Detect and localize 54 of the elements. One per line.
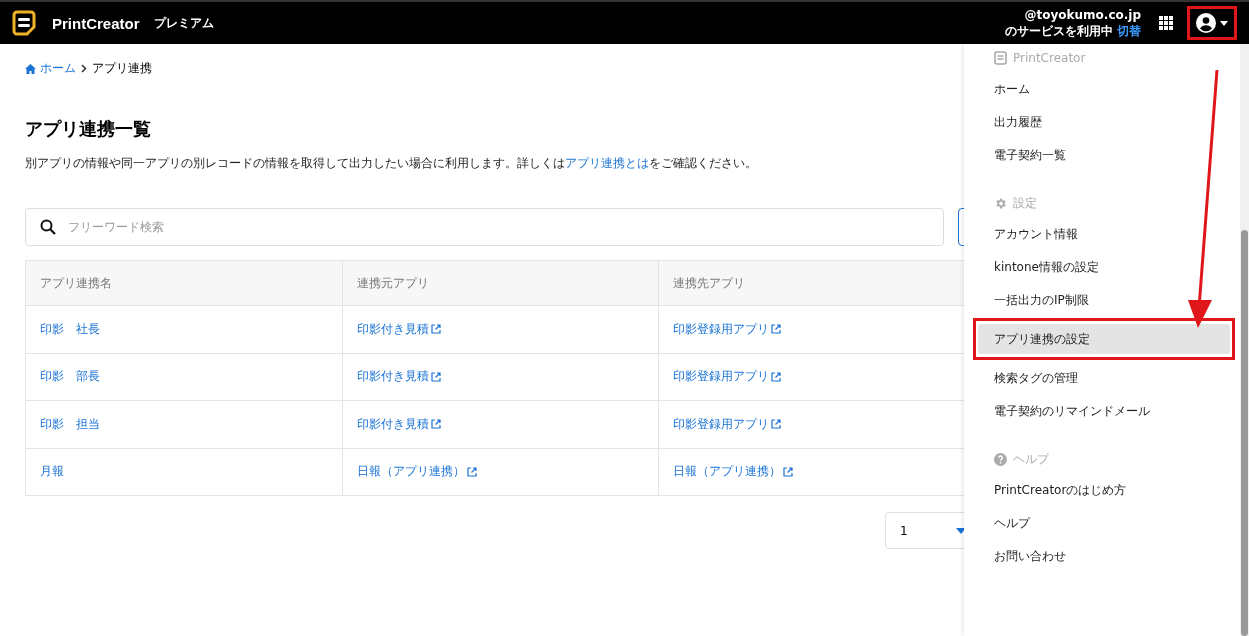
table-cell-link[interactable]: 印影 担当 <box>26 401 342 448</box>
external-link-icon <box>431 324 441 335</box>
external-link-icon <box>431 371 441 382</box>
external-link-icon <box>783 466 793 477</box>
external-link-icon <box>431 419 441 430</box>
account-menu-button[interactable] <box>1196 13 1228 33</box>
home-breadcrumb-link[interactable]: ホーム <box>25 60 76 77</box>
table-cell-link[interactable]: 月報 <box>26 448 342 495</box>
switch-link[interactable]: 切替 <box>1117 24 1141 38</box>
table-cell-link[interactable]: 日報（アプリ連携） <box>342 448 658 495</box>
external-link-icon <box>467 466 477 477</box>
menu-item[interactable]: お問い合わせ <box>978 541 1230 571</box>
menu-item[interactable]: PrintCreatorのはじめ方 <box>978 475 1230 505</box>
external-link-icon <box>771 371 781 382</box>
service-note: のサービスを利用中 <box>1005 24 1113 38</box>
current-breadcrumb: アプリ連携 <box>92 60 152 77</box>
gear-icon <box>994 196 1007 210</box>
menu-item[interactable]: アカウント情報 <box>978 219 1230 249</box>
plan-label: プレミアム <box>153 14 214 32</box>
document-icon <box>994 51 1007 65</box>
chevron-right-icon <box>81 64 87 73</box>
app-grid-icon[interactable] <box>1159 16 1173 30</box>
search-field[interactable]: フリーワード検索 <box>25 208 944 246</box>
brand-name: PrintCreator <box>52 14 140 32</box>
menu-item[interactable]: 一括出力のIP制限 <box>978 285 1230 315</box>
caret-icon <box>956 527 966 534</box>
menu-item[interactable]: kintone情報の設定 <box>978 252 1230 282</box>
menu-item[interactable]: 検索タグの管理 <box>978 363 1230 393</box>
table-cell-link[interactable]: 印影 社長 <box>26 306 342 353</box>
menu-section-title: ヘルプ <box>1013 450 1049 468</box>
scrollbar-thumb[interactable] <box>1241 230 1248 636</box>
column-header: アプリ連携名 <box>39 274 113 292</box>
menu-section-title: PrintCreator <box>1013 51 1086 65</box>
menu-item[interactable]: 出力履歴 <box>978 107 1230 137</box>
home-icon <box>25 63 36 74</box>
page-title: アプリ連携一覧 <box>25 117 151 141</box>
menu-item[interactable]: 電子契約のリマインドメール <box>978 396 1230 426</box>
menu-section-title: 設定 <box>1013 194 1037 212</box>
table-cell-link[interactable]: 印影付き見積 <box>342 306 658 353</box>
search-icon <box>40 219 56 235</box>
menu-item[interactable]: 電子契約一覧 <box>978 140 1230 170</box>
app-logo-icon <box>12 10 36 36</box>
help-icon <box>994 452 1007 466</box>
help-link[interactable]: アプリ連携とは <box>565 156 649 170</box>
menu-item[interactable]: ヘルプ <box>978 508 1230 538</box>
menu-item[interactable]: アプリ連携の設定 <box>978 324 1230 354</box>
menu-item[interactable]: ホーム <box>978 74 1230 104</box>
table-cell-link[interactable]: 印影付き見積 <box>342 401 658 448</box>
table-cell-link[interactable]: 印影 部長 <box>26 353 342 400</box>
user-avatar-icon <box>1196 13 1216 33</box>
account-email: @toyokumo.co.jp <box>1024 7 1141 23</box>
external-link-icon <box>771 419 781 430</box>
caret-icon <box>1220 20 1228 26</box>
external-link-icon <box>771 324 781 335</box>
